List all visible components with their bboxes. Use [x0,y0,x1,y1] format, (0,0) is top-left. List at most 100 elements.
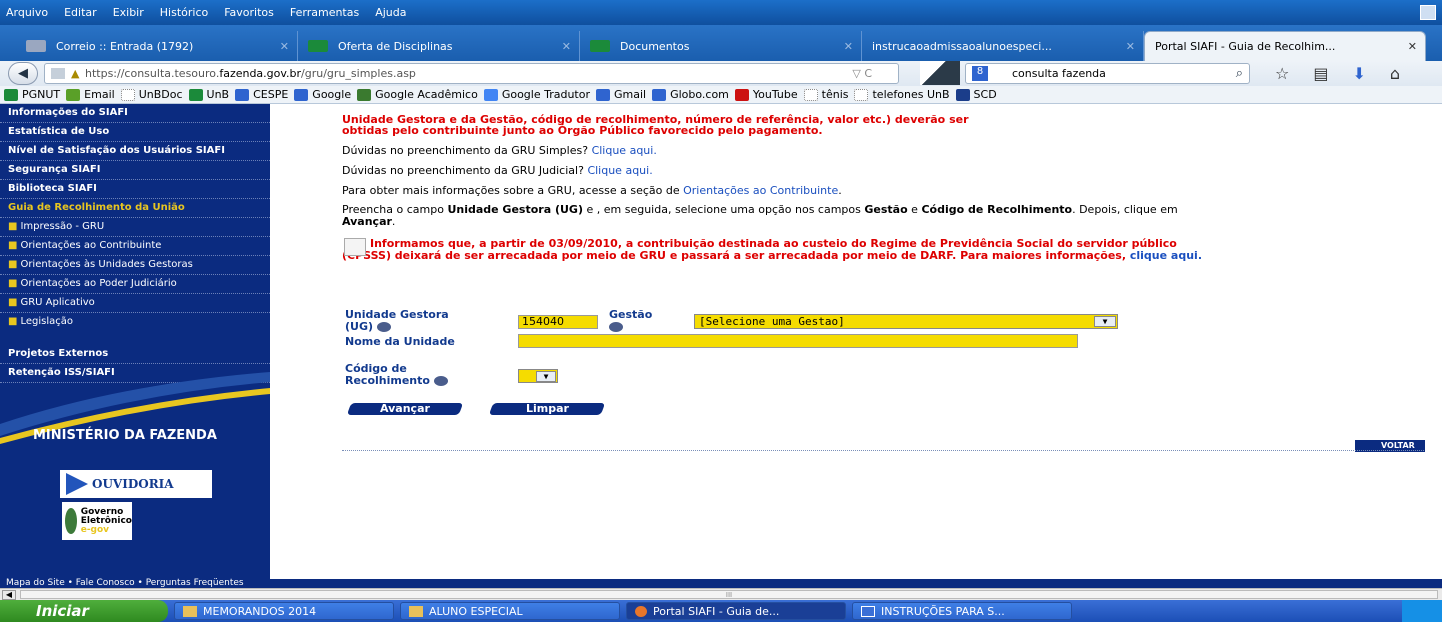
main-content: Unidade Gestora e da Gestão, código de r… [342,104,1222,262]
chevron-down-icon[interactable]: ▼ [1094,316,1116,327]
dark-button[interactable] [920,61,960,85]
ug-label: Unidade Gestora (UG) [345,309,449,333]
tab-bar: Correio :: Entrada (1792) ✕ Oferta de Di… [0,25,1442,61]
back-button[interactable]: ◀ [8,62,38,85]
menu-favoritos[interactable]: Favoritos [224,6,274,19]
tab-close-icon[interactable]: ✕ [562,40,571,53]
sidebar-item-estatistica[interactable]: Estatística de Uso [0,123,270,142]
tab-documentos[interactable]: Documentos ✕ [580,31,862,61]
bookmark-email[interactable]: Email [66,88,115,101]
chevron-down-icon[interactable]: ▼ [536,371,556,382]
scroll-left-icon[interactable]: ◀ [2,590,16,600]
sidebar-subitem-impressao[interactable]: ■ Impressão - GRU [0,218,270,237]
bookmark-tenis[interactable]: tênis [803,88,848,101]
sidebar-item-satisfacao[interactable]: Nível de Satisfação dos Usuários SIAFI [0,142,270,161]
voltar-label: VOLTAR [1381,441,1415,450]
ug-label-line: (UG) [345,320,374,333]
sidebar-subitem-gru-aplicativo[interactable]: ■ GRU Aplicativo [0,294,270,313]
sidebar-item-biblioteca[interactable]: Biblioteca SIAFI [0,180,270,199]
sidebar-subitem-orient-unidades[interactable]: ■ Orientações às Unidades Gestoras [0,256,270,275]
bookmark-google[interactable]: Google [294,88,351,101]
system-tray[interactable] [1402,600,1442,622]
egov-link[interactable]: Governo Eletrônico e-gov [62,502,132,540]
taskbar-item-label: MEMORANDOS 2014 [203,604,317,618]
menu-arquivo[interactable]: Arquivo [6,6,48,19]
bookmark-scd[interactable]: SCD [955,88,997,101]
bookmark-label: Google Acadêmico [375,88,478,101]
sidebar: Informações do SIAFI Estatística de Uso … [0,104,270,579]
minimize-button[interactable] [1420,5,1436,20]
clique-aqui-simples-link[interactable]: Clique aqui. [592,144,657,157]
sidebar-item-guia[interactable]: Guia de Recolhimento da União [0,199,270,218]
bookmark-globo[interactable]: Globo.com [652,88,729,101]
bookmark-icon [357,88,372,101]
tab-correio[interactable]: Correio :: Entrada (1792) ✕ [16,31,298,61]
bookmark-unb[interactable]: UnB [188,88,229,101]
taskbar-item-aluno-especial[interactable]: ALUNO ESPECIAL [400,602,620,620]
help-icon[interactable] [609,322,623,332]
taskbar-item-portal-siafi[interactable]: Portal SIAFI - Guia de... [626,602,846,620]
menu-ajuda[interactable]: Ajuda [375,6,406,19]
bookmark-cespe[interactable]: CESPE [235,88,288,101]
taskbar-item-instrucoes[interactable]: INSTRUÇÕES PARA S... [852,602,1072,620]
start-button[interactable]: Iniciar [0,600,168,622]
sidebar-item-projetos[interactable]: Projetos Externos [0,345,270,364]
url-path: /gru/gru_simples.asp [301,67,416,80]
codigo-label: Código de Recolhimento [345,363,448,387]
download-icon[interactable]: ⬇ [1352,64,1365,83]
bookmark-label: telefones UnB [872,88,950,101]
bookmark-icon [4,88,18,101]
help-icon[interactable] [377,322,392,332]
bookmark-google-tradutor[interactable]: Google Tradutor [483,88,590,101]
tab-oferta[interactable]: Oferta de Disciplinas ✕ [298,31,580,61]
bookmark-icon [188,88,203,101]
library-icon[interactable]: ▤ [1313,64,1328,83]
sidebar-subitem-legislacao[interactable]: ■ Legislação [0,313,270,331]
tab-instrucao[interactable]: instrucaoadmissaoalunoespeci... ✕ [862,31,1144,61]
menu-historico[interactable]: Histórico [160,6,208,19]
sidebar-item-informacoes[interactable]: Informações do SIAFI [0,104,270,123]
clique-aqui-judicial-link[interactable]: Clique aqui. [587,164,652,177]
tab-close-icon[interactable]: ✕ [1408,40,1417,53]
codigo-select[interactable]: ▼ [518,369,558,383]
bookmark-unbdoc[interactable]: UnBDoc [120,88,183,101]
star-icon[interactable]: ☆ [1275,64,1289,83]
limpar-button[interactable]: Limpar [488,402,606,415]
bookmark-youtube[interactable]: YouTube [734,88,798,101]
home-icon[interactable]: ⌂ [1390,64,1400,83]
sidebar-item-seguranca[interactable]: Segurança SIAFI [0,161,270,180]
address-bar[interactable]: ▲ https://consulta.tesouro. fazenda.gov.b… [44,63,899,84]
gestao-select[interactable]: [Selecione uma Gestao] ▼ [694,314,1118,329]
unb-favicon-icon [308,40,328,52]
tab-close-icon[interactable]: ✕ [280,40,289,53]
sidebar-subitem-orient-contribuinte[interactable]: ■ Orientações ao Contribuinte [0,237,270,256]
help-icon[interactable] [433,376,448,386]
bookmark-telefones[interactable]: telefones UnB [854,88,950,101]
bookmark-google-academico[interactable]: Google Acadêmico [357,88,478,101]
bookmark-pgnut[interactable]: PGNUT [4,88,60,101]
menu-exibir[interactable]: Exibir [113,6,144,19]
bullet-icon: ■ [8,316,18,327]
tab-portal-siafi[interactable]: Portal SIAFI - Guia de Recolhim... ✕ [1144,31,1426,61]
bookmark-gmail[interactable]: Gmail [595,88,646,101]
warning-text-line-2: obtidas pelo contribuinte junto ao Órgão… [342,124,823,137]
scroll-thumb[interactable]: III [20,590,1438,599]
menu-ferramentas[interactable]: Ferramentas [290,6,359,19]
firefox-icon [635,605,647,617]
tab-close-icon[interactable]: ✕ [844,40,853,53]
ouvidoria-link[interactable]: OUVIDORIA [60,470,212,498]
search-input[interactable]: 8 consulta fazenda ⌕ [965,63,1250,84]
taskbar-item-memorandos[interactable]: MEMORANDOS 2014 [174,602,394,620]
reload-icon[interactable]: ▽ C [852,67,872,80]
nome-unidade-input[interactable] [518,334,1078,348]
site-footer[interactable]: Mapa do Site • Fale Conosco • Perguntas … [0,579,1442,588]
horizontal-scrollbar[interactable]: ◀ III [0,588,1442,600]
sidebar-subitem-orient-judiciario[interactable]: ■ Orientações ao Poder Judiciário [0,275,270,294]
notice-clique-aqui-link[interactable]: clique aqui. [1130,249,1202,262]
magnifier-icon[interactable]: ⌕ [1236,66,1243,81]
avancar-button[interactable]: Avançar [346,402,464,415]
orientacoes-contribuinte-link[interactable]: Orientações ao Contribuinte [683,184,838,197]
tab-close-icon[interactable]: ✕ [1126,40,1135,53]
menu-editar[interactable]: Editar [64,6,97,19]
ug-input[interactable]: 154040 [518,315,598,329]
